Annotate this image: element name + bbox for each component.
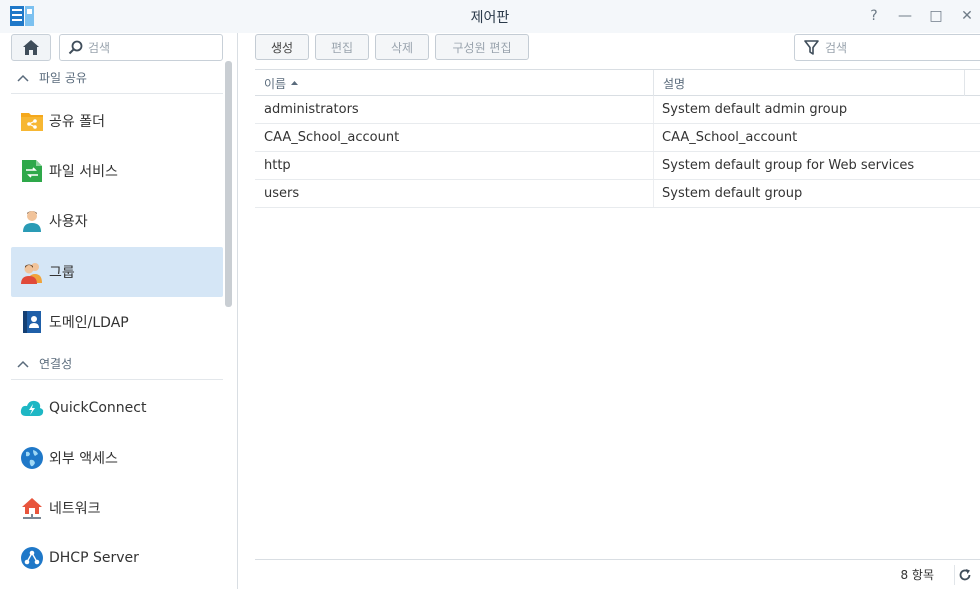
cell-name: CAA_School_account [264,130,400,145]
external-access-icon [19,445,45,471]
shared-folder-icon [19,108,45,134]
sidebar-item-dhcp-server[interactable]: DHCP Server [11,533,223,583]
sidebar-item-label: 네트워크 [49,501,101,517]
sidebar-item-label: 그룹 [49,265,75,281]
cell-description: System default group [662,186,803,201]
section-label: 연결성 [39,357,73,371]
cell-description: System default admin group [662,102,848,117]
sidebar-item-network[interactable]: 네트워크 [11,483,223,533]
user-icon [19,208,45,234]
dhcp-server-icon [19,545,45,571]
sidebar-search-input[interactable] [88,39,218,57]
edit-members-button[interactable]: 구성원 편집 [435,34,529,60]
cell-description: CAA_School_account [662,130,798,145]
sidebar-item-label: DHCP Server [49,550,139,566]
table-row[interactable]: administrators System default admin grou… [255,96,980,124]
sidebar-item-user[interactable]: 사용자 [11,196,223,246]
sidebar-item-label: 외부 액세스 [49,451,118,467]
filter-search-input[interactable] [825,39,975,57]
network-icon [19,495,45,521]
quickconnect-icon [19,395,45,421]
cell-name: http [264,158,291,173]
sidebar-item-quickconnect[interactable]: QuickConnect [11,383,223,433]
group-table: 이름 설명 administrators System default admi… [255,69,980,208]
sidebar-item-external-access[interactable]: 외부 액세스 [11,433,223,483]
filter-icon [804,40,819,55]
column-header-name[interactable]: 이름 [255,70,653,96]
sidebar-search[interactable] [59,34,223,61]
help-button[interactable]: ? [865,7,883,25]
sort-ascending-icon [291,81,299,85]
section-header-file-sharing[interactable]: 파일 공유 [11,62,223,94]
window-title: 제어판 [470,10,510,26]
file-services-icon [19,158,45,184]
table-row[interactable]: users System default group [255,180,980,208]
delete-button[interactable]: 삭제 [375,34,429,60]
close-button[interactable]: ✕ [958,7,976,25]
cell-description: System default group for Web services [662,158,915,173]
column-header-description[interactable]: 설명 [654,70,964,96]
chevron-up-icon [17,74,33,82]
sidebar-item-label: 공유 폴더 [49,114,105,130]
item-count: 8 항목 [900,568,934,582]
maximize-button[interactable]: □ [927,7,945,25]
table-row[interactable]: CAA_School_account CAA_School_account [255,124,980,152]
create-button[interactable]: 생성 [255,34,309,60]
chevron-up-icon [17,360,33,368]
sidebar-item-label: 사용자 [49,214,88,230]
edit-button[interactable]: 편집 [315,34,369,60]
sidebar-item-domain-ldap[interactable]: 도메인/LDAP [11,297,223,347]
cell-name: users [264,186,300,201]
sidebar-item-group[interactable]: 그룹 [11,247,223,297]
table-row[interactable]: http System default group for Web servic… [255,152,980,180]
group-icon [19,259,45,285]
main-panel: 생성 편집 삭제 구성원 편집 이름 설명 administrators Sys… [239,33,980,589]
sidebar: 파일 공유 공유 폴더 파일 서비스 [0,33,238,589]
home-button[interactable] [11,34,51,61]
section-header-connectivity[interactable]: 연결성 [11,348,223,380]
search-icon [68,40,83,55]
minimize-button[interactable]: — [896,7,914,25]
table-footer: 8 항목 [255,559,980,587]
sidebar-item-label: QuickConnect [49,400,147,416]
sidebar-item-shared-folder[interactable]: 공유 폴더 [11,96,223,146]
sidebar-item-file-services[interactable]: 파일 서비스 [11,146,223,196]
filter-search[interactable] [794,34,980,61]
section-label: 파일 공유 [39,71,87,85]
sidebar-item-label: 도메인/LDAP [49,315,129,331]
sidebar-scrollbar[interactable] [225,61,232,307]
refresh-icon [959,569,970,581]
title-bar: 제어판 ? — □ ✕ [0,0,980,33]
table-header: 이름 설명 [255,69,980,96]
home-icon [23,40,39,55]
refresh-button[interactable] [954,565,974,585]
domain-ldap-icon [19,309,45,335]
sidebar-item-label: 파일 서비스 [49,164,118,180]
cell-name: administrators [264,102,359,117]
